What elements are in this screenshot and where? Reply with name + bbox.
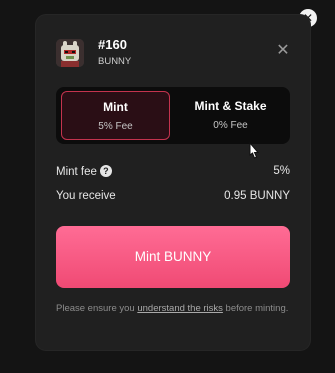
mint-fee-value: 5% [273, 165, 290, 177]
token-header: #160 BUNNY ✕ [56, 37, 292, 71]
receive-value: 0.95 BUNNY [224, 190, 290, 202]
mint-mode-selector: Mint 5% Fee Mint & Stake 0% Fee [56, 87, 290, 144]
mint-button[interactable]: Mint BUNNY [56, 226, 290, 288]
token-title: #160 [98, 37, 127, 52]
mint-modal: #160 BUNNY ✕ Mint 5% Fee Mint & Stake 0%… [36, 15, 310, 350]
risk-disclaimer: Please ensure you understand the risks b… [56, 302, 292, 315]
disclaimer-text-after: before minting. [222, 303, 289, 314]
option-mint-fee: 5% Fee [98, 121, 133, 132]
receive-row: You receive 0.95 BUNNY [56, 190, 290, 206]
bunny-avatar-icon [56, 39, 84, 67]
option-mint-and-stake-label: Mint & Stake [194, 99, 267, 113]
option-mint-label: Mint [103, 100, 128, 114]
token-avatar [56, 39, 84, 67]
mint-fee-label: Mint fee [56, 166, 97, 178]
option-mint-and-stake[interactable]: Mint & Stake 0% Fee [176, 91, 285, 140]
close-icon[interactable]: ✕ [274, 41, 292, 59]
mint-fee-row: Mint fee? 5% [56, 165, 290, 181]
mint-fee-label-wrap: Mint fee? [56, 165, 112, 178]
disclaimer-text-before: Please ensure you [56, 303, 138, 314]
understand-risks-link[interactable]: understand the risks [137, 303, 223, 314]
question-mark-icon[interactable]: ? [99, 165, 112, 177]
receive-label: You receive [56, 190, 116, 202]
option-mint[interactable]: Mint 5% Fee [61, 91, 170, 140]
token-subtitle: BUNNY [98, 56, 132, 67]
option-mint-and-stake-fee: 0% Fee [213, 120, 248, 131]
mouse-pointer-icon [249, 142, 260, 159]
